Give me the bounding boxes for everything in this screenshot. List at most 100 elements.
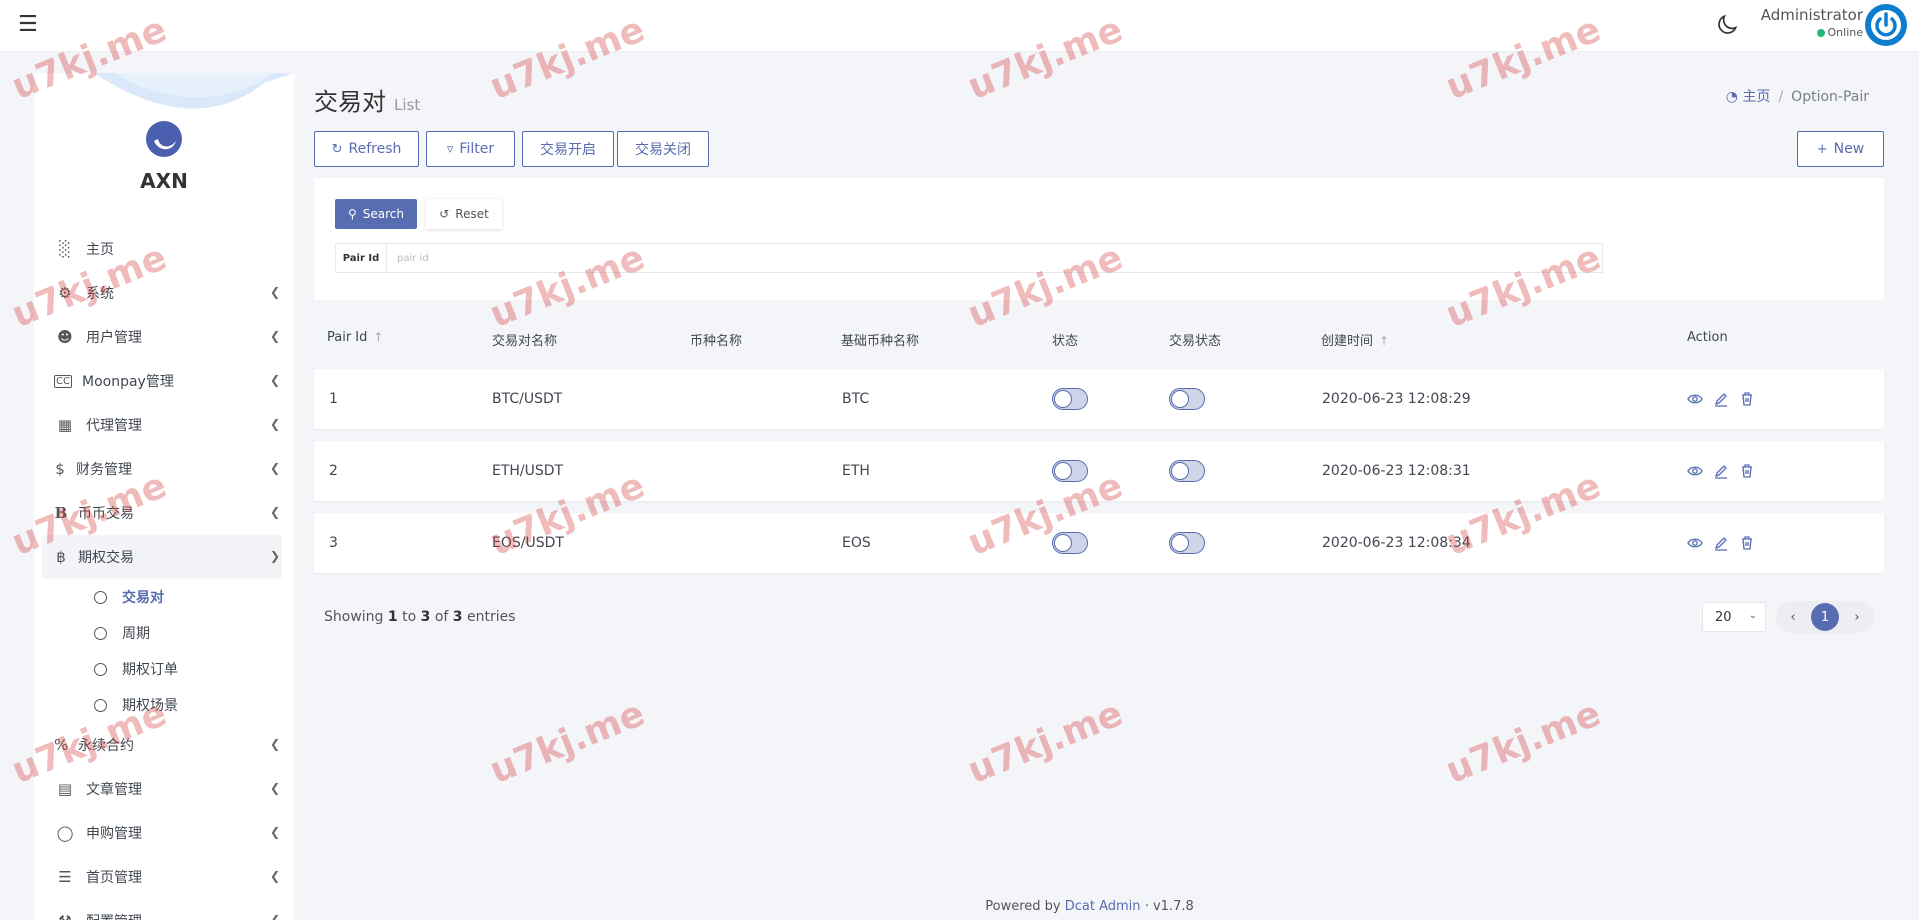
cell-base-coin: BTC: [842, 391, 870, 407]
column-header-pair-name: 交易对名称: [492, 334, 558, 349]
sidebar-item-label: 申购管理: [86, 826, 142, 842]
column-header-pair-id[interactable]: Pair Id ↑: [327, 330, 383, 345]
sidebar-item-articles[interactable]: ▤ 文章管理 ❮: [34, 767, 294, 811]
close-trading-label: 交易关闭: [635, 142, 691, 158]
sidebar-item-spot-trading[interactable]: B 币币交易 ❮: [34, 491, 294, 535]
chevron-left-icon: ‹: [1790, 609, 1796, 625]
sidebar-item-perpetual[interactable]: % 永续合约 ❮: [34, 723, 294, 767]
sidebar-subitem-period[interactable]: 周期: [34, 615, 294, 651]
percent-icon: %: [54, 736, 69, 754]
toggle-knob: [1055, 535, 1071, 551]
prev-page-button[interactable]: ‹: [1779, 603, 1807, 631]
toggle-knob: [1055, 463, 1071, 479]
gear-icon: ⚙: [58, 284, 72, 302]
showing-to-word: to: [402, 609, 417, 625]
close-trading-button[interactable]: 交易关闭: [617, 131, 709, 167]
sidebar-subitem-trading-pair[interactable]: 交易对: [34, 579, 294, 615]
eye-icon[interactable]: [1687, 463, 1703, 479]
column-header-coin-name: 币种名称: [690, 334, 743, 349]
per-page-select[interactable]: 20 ⌄: [1702, 602, 1766, 632]
showing-of-word: of: [434, 609, 449, 625]
sidebar-subitem-option-scenes[interactable]: 期权场景: [34, 687, 294, 723]
status-toggle[interactable]: [1052, 460, 1088, 482]
cell-pair-id: 3: [329, 535, 338, 551]
pair-id-input[interactable]: [387, 244, 1602, 272]
breadcrumb: ◔ 主页 / Option-Pair: [1726, 86, 1869, 106]
sidebar-item-users[interactable]: ☻ 用户管理 ❮: [34, 315, 294, 359]
trade-status-toggle[interactable]: [1169, 388, 1205, 410]
page-subtitle: List: [394, 96, 421, 114]
refresh-button[interactable]: ↻ Refresh: [314, 131, 419, 167]
search-label: Search: [362, 207, 405, 221]
brand-logo-icon: [146, 121, 182, 157]
trash-icon[interactable]: [1739, 391, 1755, 407]
sidebar-subitem-option-orders[interactable]: 期权订单: [34, 651, 294, 687]
next-page-button[interactable]: ›: [1843, 603, 1871, 631]
sidebar-item-label: 永续合约: [78, 738, 134, 754]
trade-status-toggle[interactable]: [1169, 532, 1205, 554]
toggle-knob: [1172, 535, 1188, 551]
footer-powered-by: Powered by: [985, 899, 1061, 914]
footer-link[interactable]: Dcat Admin: [1065, 899, 1141, 914]
sidebar-subitem-label: 期权订单: [122, 662, 178, 678]
status-toggle[interactable]: [1052, 388, 1088, 410]
sidebar: AXN ░ 主页 ⚙ 系统 ❮ ☻ 用户管理 ❮ CC Moonpay管理 ❮ …: [34, 73, 294, 920]
edit-icon[interactable]: [1713, 391, 1729, 407]
search-button[interactable]: ⚲ Search: [335, 199, 417, 229]
edit-icon[interactable]: [1713, 463, 1729, 479]
cell-pair-name: BTC/USDT: [492, 391, 563, 407]
cell-pair-id: 1: [329, 391, 338, 407]
user-menu[interactable]: Administrator Online: [1761, 6, 1863, 39]
filter-panel: ⚲ Search ↺ Reset Pair Id: [314, 178, 1884, 300]
breadcrumb-home[interactable]: ◔ 主页: [1726, 89, 1771, 105]
sidebar-item-finance[interactable]: $ 财务管理 ❮: [34, 447, 294, 491]
sidebar-item-moonpay[interactable]: CC Moonpay管理 ❮: [34, 359, 294, 403]
chevron-left-icon: ❮: [269, 505, 280, 519]
eye-icon[interactable]: [1687, 535, 1703, 551]
sidebar-menu: ░ 主页 ⚙ 系统 ❮ ☻ 用户管理 ❮ CC Moonpay管理 ❮ ▦ 代理…: [34, 227, 294, 920]
reset-button[interactable]: ↺ Reset: [426, 199, 502, 229]
sidebar-item-agents[interactable]: ▦ 代理管理 ❮: [34, 403, 294, 447]
sidebar-item-label: Moonpay管理: [82, 374, 174, 390]
per-page-value: 20: [1715, 609, 1732, 625]
showing-total: 3: [452, 609, 463, 625]
sidebar-item-homepage[interactable]: ☰ 首页管理 ❮: [34, 855, 294, 899]
open-trading-button[interactable]: 交易开启: [522, 131, 614, 167]
sort-arrow-icon[interactable]: ↑: [373, 330, 383, 344]
chevron-left-icon: ❮: [269, 329, 280, 343]
page-button-current[interactable]: 1: [1811, 603, 1839, 631]
page-number: 1: [1820, 609, 1830, 625]
sidebar-item-label: 期权交易: [78, 550, 134, 566]
sidebar-item-label: 代理管理: [86, 418, 142, 434]
sidebar-item-system[interactable]: ⚙ 系统 ❮: [34, 271, 294, 315]
sort-arrow-icon[interactable]: ↑: [1379, 334, 1389, 348]
sidebar-item-label: 文章管理: [86, 782, 142, 798]
sidebar-item-label: 首页管理: [86, 870, 142, 886]
sidebar-item-subscription[interactable]: ◯ 申购管理 ❮: [34, 811, 294, 855]
edit-icon[interactable]: [1713, 535, 1729, 551]
refresh-label: Refresh: [348, 141, 402, 157]
eye-icon[interactable]: [1687, 391, 1703, 407]
list-icon: ☰: [58, 868, 72, 886]
sidebar-item-options-trading[interactable]: ฿ 期权交易 ❯: [42, 535, 282, 579]
hamburger-icon[interactable]: ☰: [18, 12, 38, 37]
cell-actions: [1687, 441, 1765, 501]
sidebar-item-home[interactable]: ░ 主页: [34, 227, 294, 271]
column-header-created-at[interactable]: 创建时间 ↑: [1321, 330, 1389, 349]
avatar[interactable]: [1865, 4, 1907, 46]
new-label: New: [1833, 141, 1865, 157]
cell-status: [1052, 441, 1088, 501]
cell-pair-name: EOS/USDT: [492, 535, 564, 551]
new-button[interactable]: + New: [1797, 131, 1884, 167]
trash-icon[interactable]: [1739, 535, 1755, 551]
online-dot-icon: [1816, 29, 1825, 37]
cell-status: [1052, 513, 1088, 573]
cell-pair-name: ETH/USDT: [492, 463, 564, 479]
sidebar-item-label: 币币交易: [78, 506, 134, 522]
filter-button[interactable]: ▿ Filter: [426, 131, 515, 167]
trash-icon[interactable]: [1739, 463, 1755, 479]
newspaper-icon: ▤: [57, 780, 73, 798]
status-toggle[interactable]: [1052, 532, 1088, 554]
trade-status-toggle[interactable]: [1169, 460, 1205, 482]
moon-icon[interactable]: [1714, 12, 1740, 38]
